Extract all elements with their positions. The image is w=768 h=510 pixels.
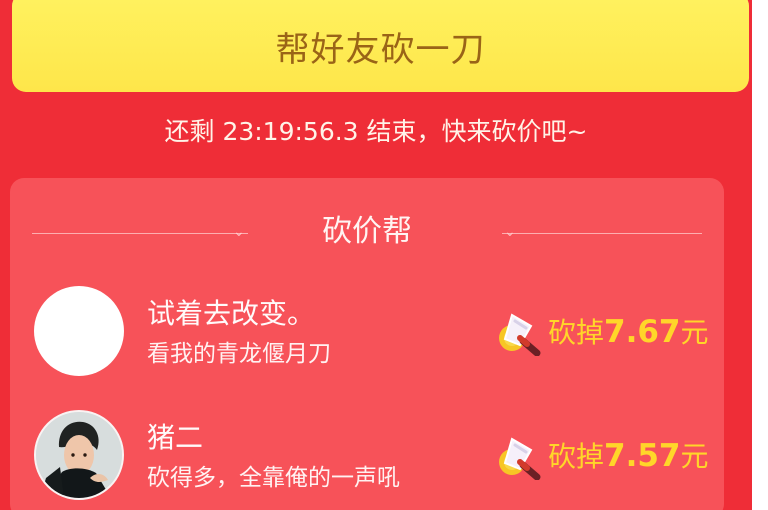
bargain-helpers-title: 砍价帮 [322,214,412,249]
cleaver-coin-icon [499,437,541,480]
cut-amount-text: 砍掉7.67元 [548,313,709,352]
red-background-panel: 帮好友砍一刀 还剩 23:19:56.3 结束，快来砍价吧~ ⌄ 砍价帮 ⌄ 试… [0,0,752,510]
cut-unit: 元 [680,315,709,349]
cut-unit: 元 [680,439,709,473]
countdown-message: 还剩 23:19:56.3 结束，快来砍价吧~ [164,117,588,146]
user-photo-avatar [34,410,124,500]
helper-row: 试着去改变。 看我的青龙偃月刀 砍掉7.67元 [10,280,724,392]
helper-message: 砍得多，全靠俺的一声吼 [147,465,400,491]
right-divider-mark-icon: ⌄ [504,224,516,240]
cut-value: 7.67 [604,313,681,350]
help-friend-cut-label: 帮好友砍一刀 [275,29,486,70]
right-divider-line [502,233,702,234]
cut-amount-text: 砍掉7.57元 [548,437,709,476]
bargain-help-screen: 帮好友砍一刀 还剩 23:19:56.3 结束，快来砍价吧~ ⌄ 砍价帮 ⌄ 试… [0,0,768,510]
cut-amount: 砍掉7.67元 [492,308,710,356]
cut-amount: 砍掉7.57元 [492,432,710,480]
cleaver-coin-icon [499,313,541,356]
cut-prefix: 砍掉 [548,315,605,349]
cut-value: 7.57 [604,437,681,474]
person-photo-icon [36,412,122,498]
helper-name: 猪二 [147,421,204,454]
bargain-helpers-card: ⌄ 砍价帮 ⌄ 试着去改变。 看我的青龙偃月刀 砍掉7.67元 猪二 砍得多，全… [10,178,724,510]
left-divider-line [32,233,248,234]
helper-name: 试着去改变。 [147,297,316,330]
cut-prefix: 砍掉 [548,439,605,473]
bargain-helpers-header: ⌄ 砍价帮 ⌄ [10,208,724,254]
help-friend-cut-button[interactable]: 帮好友砍一刀 [12,0,749,92]
helper-row: 猪二 砍得多，全靠俺的一声吼 砍掉7.57元 [10,404,724,510]
left-divider-mark-icon: ⌄ [233,224,245,240]
blank-avatar-icon [34,286,124,376]
helper-message: 看我的青龙偃月刀 [147,341,331,367]
